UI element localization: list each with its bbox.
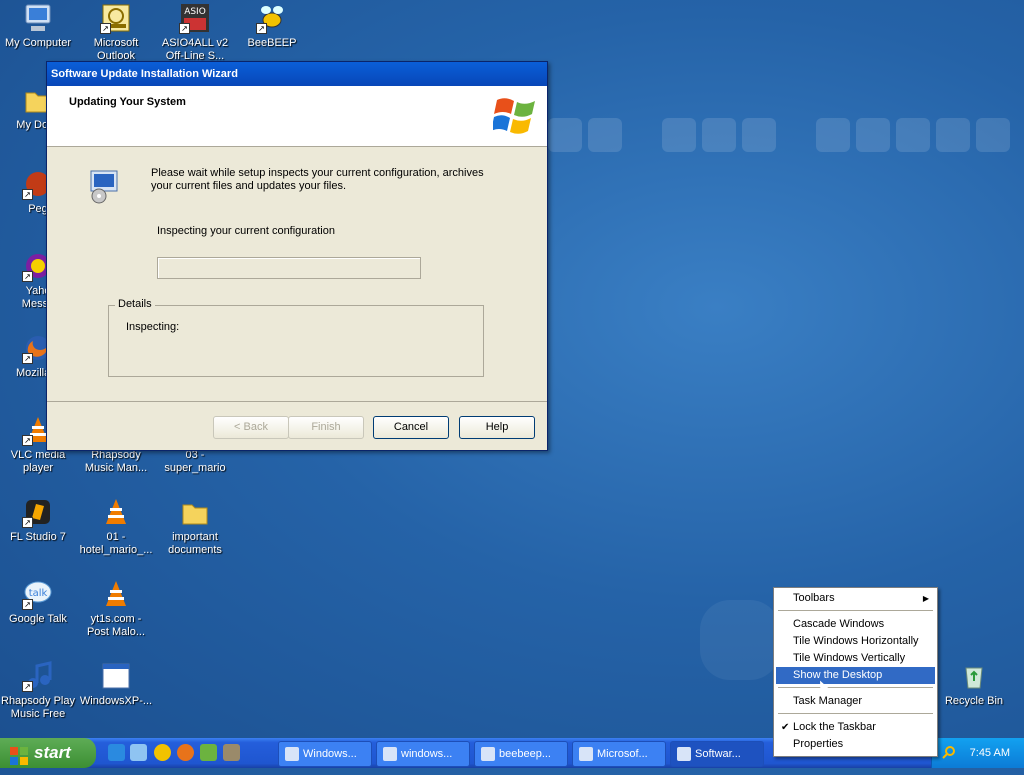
status-text: Inspecting your current configuration bbox=[157, 225, 335, 237]
desktop-icon-hotel-mario[interactable]: 01 - hotel_mario_... bbox=[76, 496, 156, 557]
menu-item-lock-taskbar[interactable]: ✔ Lock the Taskbar bbox=[776, 719, 935, 736]
help-button[interactable]: Help bbox=[459, 416, 535, 439]
checkmark-icon: ✔ bbox=[781, 722, 790, 733]
dialog-body: Please wait while setup inspects your cu… bbox=[47, 147, 547, 399]
task-button-software-update[interactable]: Softwar... bbox=[670, 741, 764, 767]
setup-computer-icon bbox=[85, 169, 121, 205]
recycle-bin-icon bbox=[958, 660, 990, 692]
google-talk-icon: talk ↗ bbox=[22, 578, 54, 610]
menu-separator bbox=[778, 610, 933, 611]
dialog-header: Updating Your System bbox=[47, 86, 547, 147]
internet-explorer-icon[interactable] bbox=[108, 744, 125, 761]
app-icon[interactable] bbox=[223, 744, 240, 761]
menu-item-tile-vertically[interactable]: Tile Windows Vertically bbox=[776, 650, 935, 667]
start-label: start bbox=[34, 743, 71, 762]
asio-icon: ASIO ↗ bbox=[179, 2, 211, 34]
menu-item-show-desktop[interactable]: Show the Desktop bbox=[776, 667, 935, 684]
smiley-icon[interactable] bbox=[154, 744, 171, 761]
menu-separator bbox=[778, 713, 933, 714]
desktop-icon-microsoft-outlook[interactable]: ↗ Microsoft Outlook bbox=[76, 2, 156, 63]
submenu-arrow-icon: ▶ bbox=[922, 594, 929, 603]
menu-item-cascade-windows[interactable]: Cascade Windows bbox=[776, 616, 935, 633]
outlook-express-icon[interactable] bbox=[130, 744, 147, 761]
vlc-cone-icon bbox=[100, 578, 132, 610]
window-icon bbox=[285, 747, 299, 762]
task-button-microsoft[interactable]: Microsof... bbox=[572, 741, 666, 767]
folder-icon bbox=[179, 496, 211, 528]
progress-bar bbox=[157, 257, 421, 279]
bee-icon: ↗ bbox=[256, 2, 288, 34]
background-pattern-block bbox=[700, 600, 780, 680]
details-group: Details Inspecting: bbox=[108, 298, 484, 377]
back-button[interactable]: < Back bbox=[213, 416, 289, 439]
desktop-icon-asio4all[interactable]: ASIO ↗ ASIO4ALL v2 Off-Line S... bbox=[155, 2, 235, 63]
system-tray: 7:45 AM bbox=[931, 738, 1024, 768]
music-note-icon: ↗ bbox=[22, 660, 54, 692]
dialog-footer: < Back Finish Cancel Help bbox=[47, 401, 547, 450]
desktop-icon-google-talk[interactable]: talk ↗ Google Talk bbox=[0, 578, 78, 626]
background-pattern bbox=[548, 118, 1016, 154]
computer-icon bbox=[22, 2, 54, 34]
clock[interactable]: 7:45 AM bbox=[970, 738, 1010, 768]
desktop-icon-fl-studio[interactable]: ↗ FL Studio 7 bbox=[0, 496, 78, 544]
menu-item-task-manager[interactable]: Task Manager bbox=[776, 693, 935, 710]
task-button-beebeep[interactable]: beebeep... bbox=[474, 741, 568, 767]
svg-text:talk: talk bbox=[29, 588, 48, 599]
software-update-wizard-dialog: Software Update Installation Wizard Upda… bbox=[46, 61, 548, 451]
details-text: Inspecting: bbox=[126, 321, 180, 333]
task-button-windows-1[interactable]: Windows... bbox=[278, 741, 372, 767]
desktop-icon-recycle-bin[interactable]: Recycle Bin bbox=[934, 660, 1014, 708]
desktop-icon-yt1s[interactable]: yt1s.com - Post Malo... bbox=[76, 578, 156, 639]
setup-icon bbox=[677, 747, 691, 762]
desktop-icon-rhapsody-play[interactable]: ↗ Rhapsody Play Music Free bbox=[0, 660, 78, 721]
dialog-heading: Updating Your System bbox=[69, 96, 186, 108]
excel-icon bbox=[579, 747, 593, 762]
folder-icon bbox=[481, 747, 495, 762]
desktop-icon-my-computer[interactable]: My Computer bbox=[0, 2, 78, 50]
search-icon[interactable] bbox=[942, 745, 956, 759]
task-button-windows-2[interactable]: windows... bbox=[376, 741, 470, 767]
desktop-icon-important-documents[interactable]: important documents bbox=[155, 496, 235, 557]
desktop-icon-beebeep[interactable]: ↗ BeeBEEP bbox=[232, 2, 312, 50]
menu-item-tile-horizontally[interactable]: Tile Windows Horizontally bbox=[776, 633, 935, 650]
desktop-icon-windowsxp-file[interactable]: WindowsXP-... bbox=[76, 660, 156, 708]
menu-separator bbox=[778, 687, 933, 688]
finish-button[interactable]: Finish bbox=[288, 416, 364, 439]
start-button[interactable]: start bbox=[0, 738, 96, 768]
menu-item-properties[interactable]: Properties bbox=[776, 736, 935, 753]
window-icon bbox=[383, 747, 397, 762]
dialog-title-bar[interactable]: Software Update Installation Wizard bbox=[47, 62, 547, 86]
firefox-icon[interactable] bbox=[177, 744, 194, 761]
windows-logo-icon bbox=[491, 92, 539, 138]
taskbar-context-menu: Toolbars ▶ Cascade Windows Tile Windows H… bbox=[773, 587, 938, 757]
details-label: Details bbox=[115, 298, 155, 310]
outlook-icon: ↗ bbox=[100, 2, 132, 34]
menu-item-toolbars[interactable]: Toolbars ▶ bbox=[776, 590, 935, 607]
window-file-icon bbox=[100, 660, 132, 692]
messenger-icon[interactable] bbox=[200, 744, 217, 761]
cancel-button[interactable]: Cancel bbox=[373, 416, 449, 439]
vlc-cone-icon bbox=[100, 496, 132, 528]
windows-flag-icon bbox=[10, 745, 28, 765]
fl-studio-icon: ↗ bbox=[22, 496, 54, 528]
svg-text:ASIO: ASIO bbox=[184, 7, 206, 17]
dialog-message: Please wait while setup inspects your cu… bbox=[151, 167, 484, 192]
